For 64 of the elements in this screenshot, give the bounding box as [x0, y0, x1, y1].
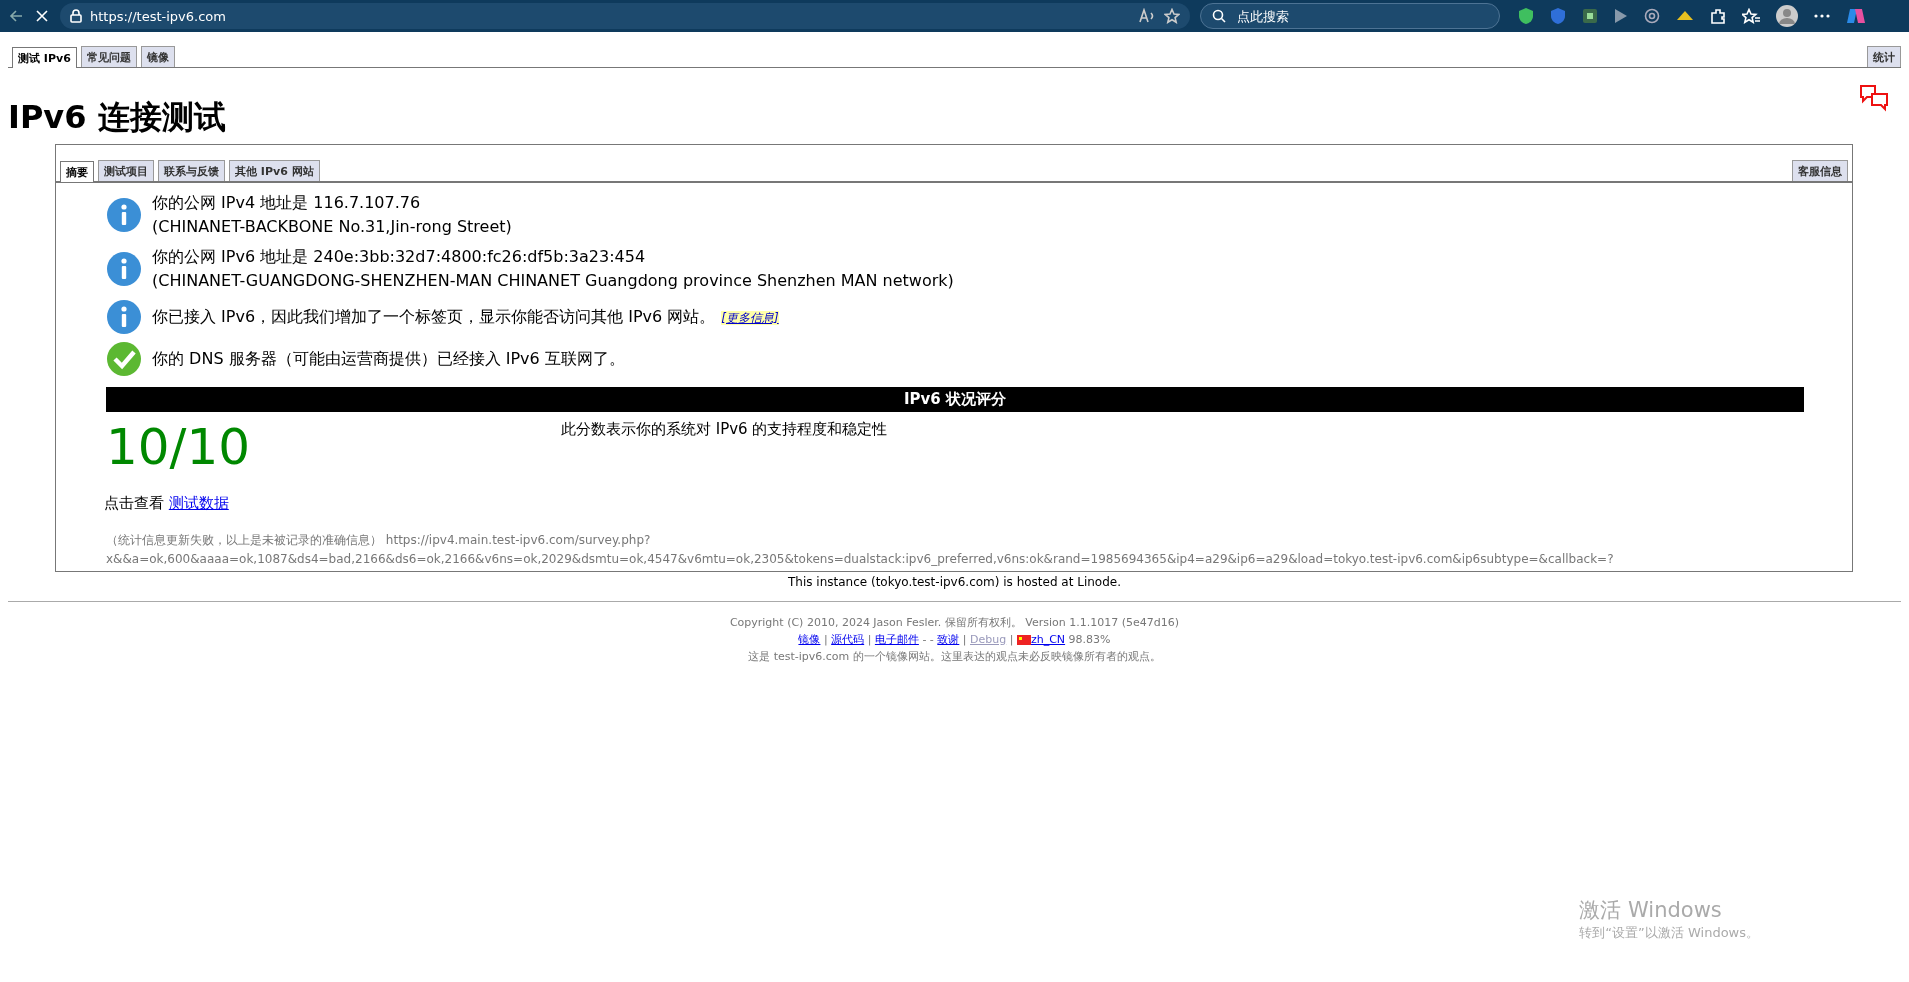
extension-icon[interactable]	[1582, 8, 1598, 24]
check-icon	[106, 341, 142, 377]
favorites-icon[interactable]	[1742, 8, 1760, 24]
page-tab[interactable]: 联系与反馈	[158, 160, 225, 181]
result-text: 你的公网 IPv6 地址是 240e:3bb:32d7:4800:fc26:df5b:3a23:454	[152, 246, 647, 268]
separator: |	[823, 633, 828, 646]
page-tab[interactable]: 测试项目	[98, 160, 154, 181]
page-tab[interactable]: 统计	[1867, 46, 1901, 67]
footer-link[interactable]: 电子邮件	[874, 633, 919, 646]
test-data-link[interactable]: 测试数据	[168, 494, 229, 512]
url-text: https://test-ipv6.com	[90, 8, 227, 24]
more-info-link[interactable]: [更多信息]	[721, 310, 779, 325]
copyright-text: Copyright (C) 2010, 2024 Jason Fesler. 保留所有权利。 Version 1.1.1017 (5e47d16)	[729, 616, 1180, 629]
read-aloud-icon[interactable]	[1138, 8, 1156, 24]
separator: |	[1009, 633, 1014, 646]
footer-link[interactable]: 镜像	[798, 633, 821, 646]
shield-icon[interactable]	[1518, 7, 1534, 25]
puzzle-icon[interactable]	[1710, 8, 1726, 24]
survey-note: （统计信息更新失败，以上是未被记录的准确信息） https://ipv4.main.test-ipv6.com/survey.php?	[106, 532, 652, 549]
profile-avatar[interactable]	[1776, 5, 1798, 27]
score-description: 此分数表示你的系统对 IPv6 的支持程度和稳定性	[561, 420, 888, 438]
translate-icon[interactable]	[1859, 84, 1889, 112]
footer-text: 98.83%	[1068, 633, 1111, 646]
footer-link[interactable]: 源代码	[831, 633, 865, 646]
result-text: 你的公网 IPv4 地址是 116.7.107.76	[152, 192, 422, 214]
page-tab[interactable]: 镜像	[140, 46, 175, 67]
score-value: 10/10	[106, 418, 251, 476]
info-icon	[106, 197, 142, 233]
page-tab[interactable]: 常见问题	[80, 46, 137, 67]
activation-title: 激活 Windows	[1579, 897, 1723, 924]
back-icon[interactable]	[8, 8, 24, 24]
result-text: 你的 DNS 服务器（可能由运营商提供）已经接入 IPv6 互联网了。	[152, 348, 625, 370]
lock-icon	[70, 9, 82, 23]
extension-icon[interactable]	[1644, 8, 1660, 24]
close-icon[interactable]	[34, 8, 50, 24]
mirror-note: 这是 test-ipv6.com 的一个镜像网站。这里表达的观点未必反映镜像所有者的观点。	[748, 650, 1161, 663]
result-text: 你已接入 IPv6，因此我们增加了一个标签页，显示你能否访问其他 IPv6 网站。 [更多信息]	[152, 305, 779, 328]
page-tab[interactable]: 客服信息	[1792, 160, 1848, 181]
activation-text: 转到“设置”以激活 Windows。	[1579, 924, 1759, 942]
info-icon	[106, 251, 142, 287]
separator: |	[867, 633, 872, 646]
page-tab[interactable]: 摘要	[60, 161, 94, 182]
survey-note: x&&a=ok,600&aaaa=ok,1087&ds4=bad,2166&ds6=ok,2166&v6ns=ok,2029&dsmtu=ok,4547&v6mtu=ok,2305&tokens=dualstack:ipv6_preferred,v6ns:ok&rand=1985694365&ip4=a29&ip6=a29&load=tokyo.test-ipv6.com&ip6subtype=&callback=?	[106, 551, 1615, 568]
footer-link[interactable]: 致谢	[937, 633, 960, 646]
result-text: (CHINANET-BACKBONE No.31,Jin-rong Street)	[152, 216, 512, 238]
page-tab[interactable]: 其他 IPv6 网站	[229, 160, 320, 181]
copilot-icon[interactable]	[1846, 6, 1866, 26]
more-icon[interactable]	[1814, 14, 1830, 18]
search-field[interactable]: 点此搜索	[1200, 3, 1500, 29]
result-text: (CHINANET-GUANGDONG-SHENZHEN-MAN CHINANET Guangdong province Shenzhen MAN network)	[152, 270, 954, 292]
footer-text: - -	[922, 633, 934, 646]
hosting-note: This instance (tokyo.test-ipv6.com) is hosted at Linode.	[787, 575, 1122, 589]
shield-icon[interactable]	[1550, 7, 1566, 25]
play-icon[interactable]	[1614, 8, 1628, 24]
page-tab[interactable]: 测试 IPv6	[12, 47, 77, 68]
star-icon[interactable]	[1164, 8, 1180, 24]
info-icon	[106, 299, 142, 335]
page-title: IPv6 连接测试	[8, 97, 226, 138]
separator: |	[962, 633, 967, 646]
details-text: 点击查看	[104, 494, 164, 512]
address-bar[interactable]: https://test-ipv6.com	[60, 3, 1190, 29]
score-heading: IPv6 状况评分	[106, 387, 1804, 412]
language-link[interactable]: zh_CN	[1030, 633, 1066, 646]
flag-icon	[1016, 635, 1031, 645]
